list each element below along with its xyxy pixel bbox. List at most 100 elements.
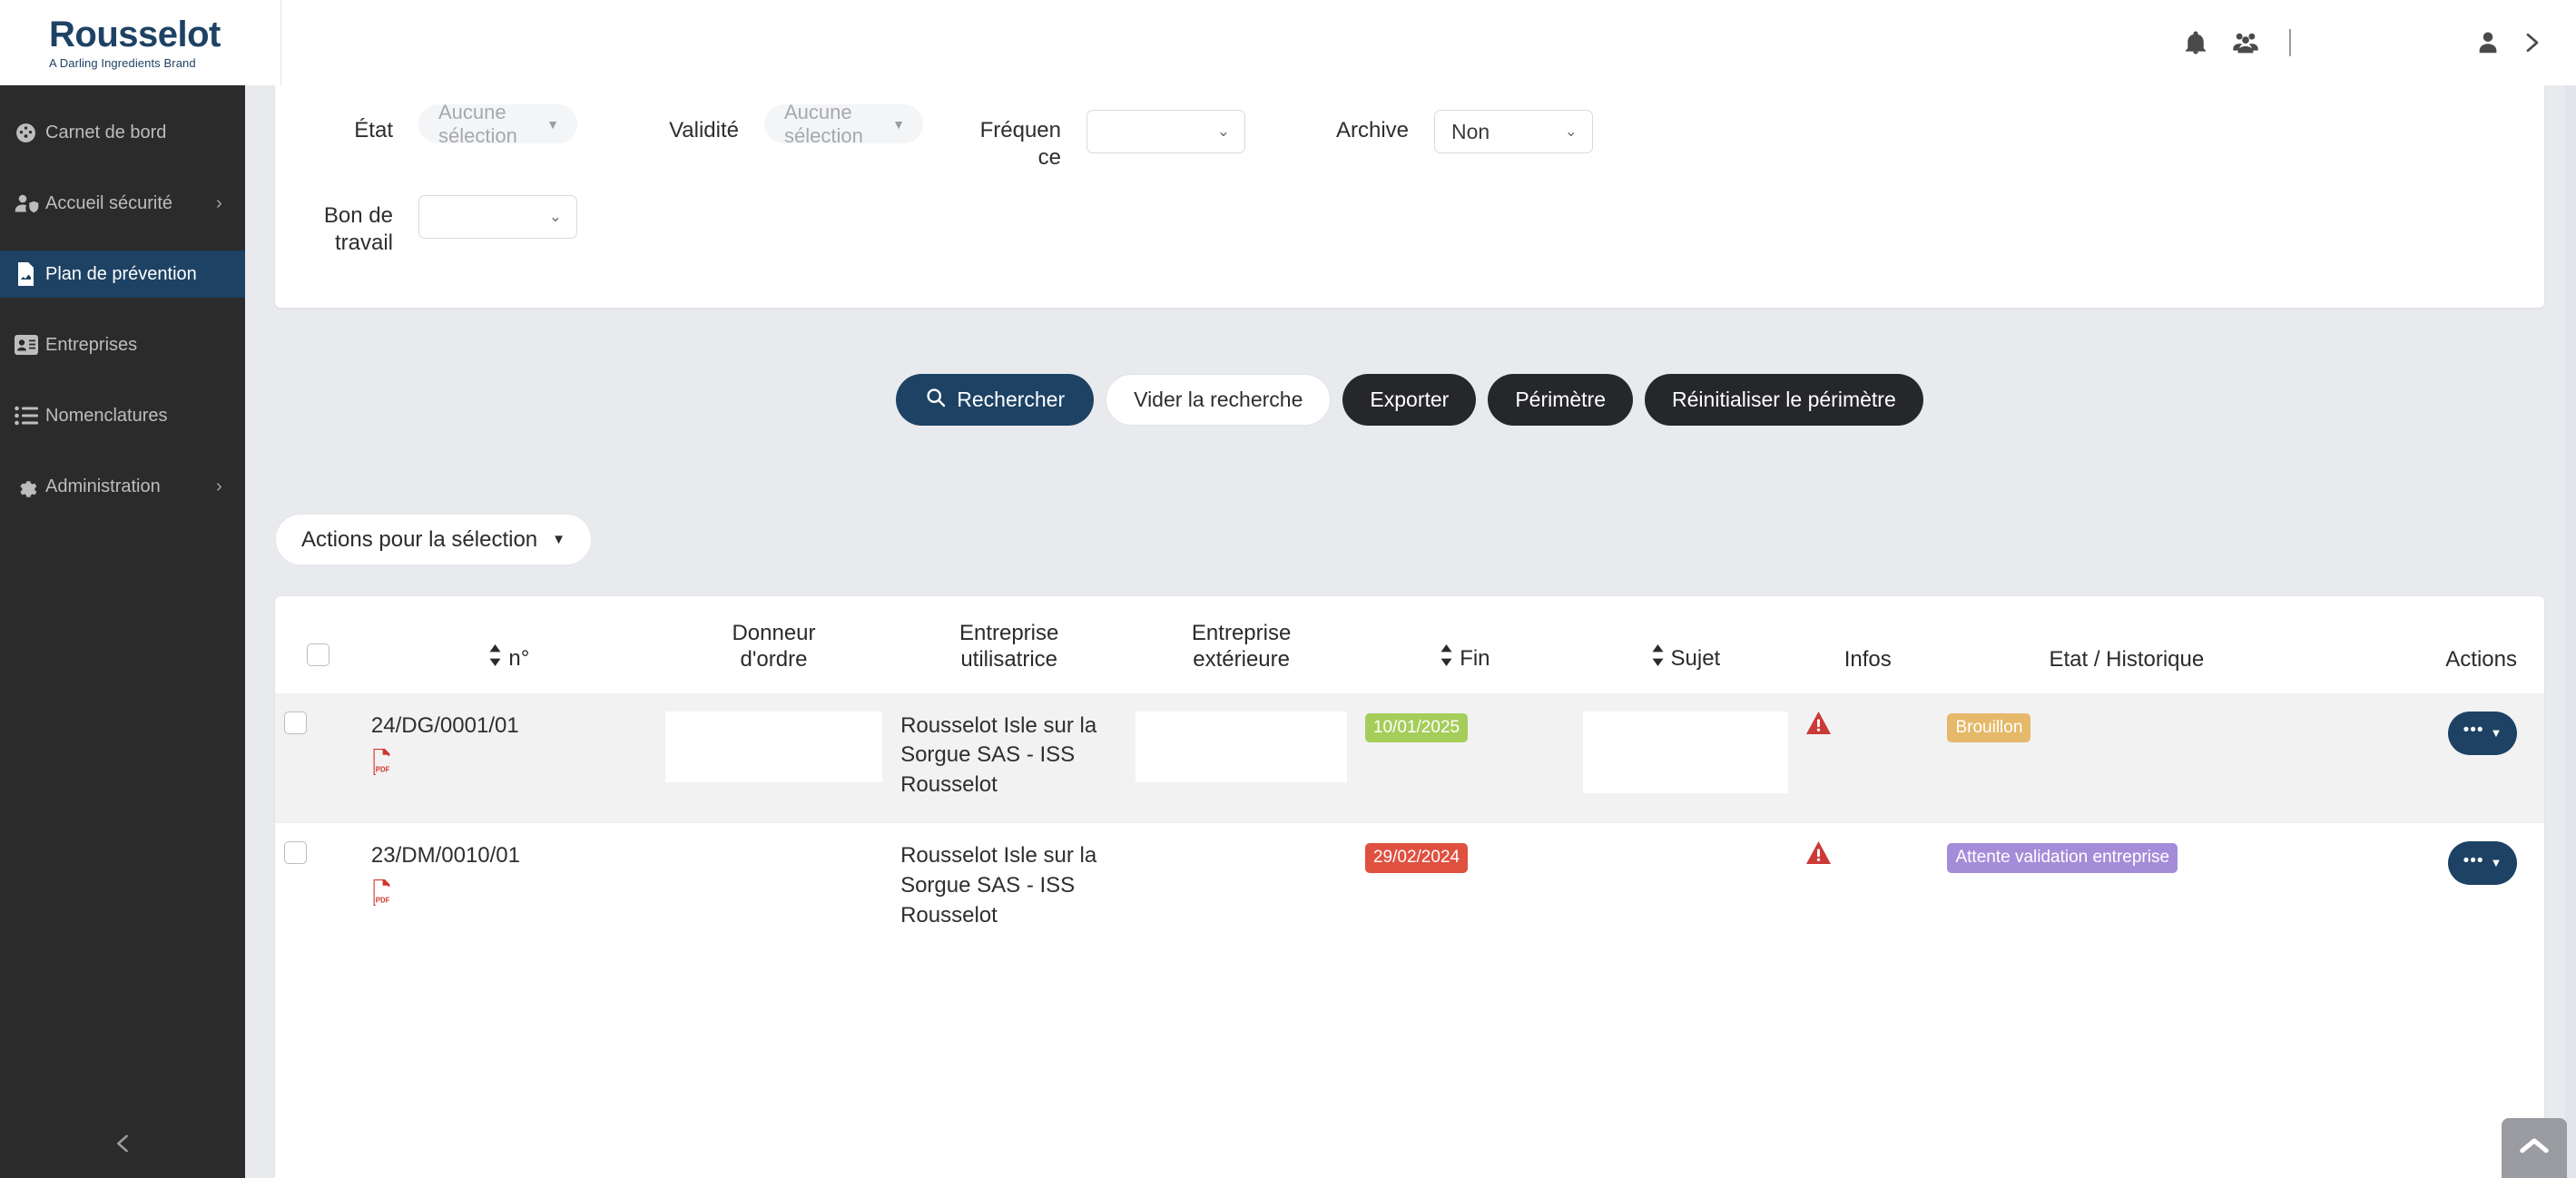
results-table: n° Donneur d'ordre Entreprise utilisatri… bbox=[275, 596, 2544, 953]
header-donneur-ordre: Donneur d'ordre bbox=[656, 596, 891, 693]
header-eut-line2: utilisatrice bbox=[960, 647, 1058, 672]
empty-value-box bbox=[664, 711, 883, 782]
sidebar-item-nomenclatures[interactable]: Nomenclatures bbox=[0, 392, 245, 439]
header-entreprise-exterieure: Entreprise extérieure bbox=[1126, 596, 1356, 693]
table-body: 24/DG/0001/01 PDF Rousselot Isle sur la … bbox=[275, 692, 2544, 953]
results-table-card: n° Donneur d'ordre Entreprise utilisatri… bbox=[275, 596, 2544, 1178]
top-bar: Rousselot A Darling Ingredients Brand bbox=[0, 0, 2576, 85]
due-date-badge: 10/01/2025 bbox=[1364, 712, 1469, 743]
filter-validite-value: Aucune sélection bbox=[784, 100, 863, 147]
selection-actions-label: Actions pour la sélection bbox=[301, 526, 538, 552]
brand-name: Rousselot bbox=[49, 14, 221, 54]
row-checkbox[interactable] bbox=[284, 711, 307, 734]
selection-actions-dropdown[interactable]: Actions pour la sélection ▼ bbox=[275, 514, 593, 565]
page-scrollbar[interactable] bbox=[2565, 85, 2576, 1178]
sort-updown-icon bbox=[488, 644, 502, 672]
sidebar-item-label: Nomenclatures bbox=[45, 405, 168, 426]
filter-bon-de-travail-select[interactable]: ⌄ bbox=[418, 195, 577, 239]
svg-text:PDF: PDF bbox=[376, 897, 390, 905]
header-actions: Actions bbox=[2445, 647, 2517, 672]
header-fin-label: Fin bbox=[1460, 646, 1490, 672]
filter-archive-label: Archive bbox=[1335, 118, 1409, 142]
row-infos-cell bbox=[1796, 822, 1939, 953]
pdf-file-icon[interactable]: PDF bbox=[371, 749, 647, 784]
chevron-right-icon: › bbox=[216, 476, 222, 496]
row-actions-dropdown[interactable]: ••• ▼ bbox=[2448, 711, 2517, 755]
sidebar-item-entreprises[interactable]: Entreprises bbox=[0, 321, 245, 368]
filter-frequence-label: Fréquen ce bbox=[961, 104, 1061, 172]
search-button-label: Rechercher bbox=[957, 388, 1066, 411]
row-fin-cell: 10/01/2025 bbox=[1355, 692, 1574, 823]
row-select-cell bbox=[275, 692, 362, 823]
search-button[interactable]: Rechercher bbox=[896, 374, 1095, 426]
header-eex-line1: Entreprise bbox=[1191, 621, 1292, 645]
row-etat-cell: Brouillon bbox=[1938, 692, 2315, 823]
ellipsis-icon: ••• bbox=[2463, 721, 2484, 741]
warning-triangle-icon[interactable] bbox=[1805, 841, 1831, 873]
row-infos-cell bbox=[1796, 692, 1939, 823]
chevron-down-icon: ⌄ bbox=[1564, 123, 1578, 140]
reset-perimeter-button[interactable]: Réinitialiser le périmètre bbox=[1645, 374, 1923, 426]
sidebar: Carnet de bord Accueil sécurité › Plan d… bbox=[0, 85, 245, 1178]
table-row[interactable]: 23/DM/0010/01 PDF Rousselot Isle sur la … bbox=[275, 822, 2544, 953]
dashboard-speedometer-icon bbox=[15, 122, 45, 144]
filter-frequence-label-line1: Fréquen bbox=[979, 118, 1061, 142]
user-shield-icon bbox=[15, 192, 45, 215]
chevron-down-icon: ▼ bbox=[546, 116, 559, 132]
filter-bon-de-travail: Bon de travail ⌄ bbox=[275, 190, 577, 257]
status-badge: Attente validation entreprise bbox=[1947, 843, 2178, 873]
row-actions-cell: ••• ▼ bbox=[2315, 822, 2544, 953]
header-sujet[interactable]: Sujet bbox=[1574, 596, 1797, 693]
sidebar-item-accueil-securite[interactable]: Accueil sécurité › bbox=[0, 180, 245, 227]
brand-logo[interactable]: Rousselot A Darling Ingredients Brand bbox=[0, 0, 281, 85]
header-fin[interactable]: Fin bbox=[1356, 596, 1574, 693]
sidebar-item-administration[interactable]: Administration › bbox=[0, 463, 245, 510]
users-group-icon[interactable] bbox=[2231, 29, 2260, 56]
status-badge: Brouillon bbox=[1947, 712, 2031, 743]
row-actions-dropdown[interactable]: ••• ▼ bbox=[2448, 841, 2517, 886]
pdf-file-icon[interactable]: PDF bbox=[371, 879, 647, 915]
row-entreprise-exterieure-cell bbox=[1126, 692, 1356, 823]
filter-etat: État Aucune sélection ▼ bbox=[275, 101, 577, 147]
filter-validite-select[interactable]: Aucune sélection ▼ bbox=[764, 101, 923, 147]
bell-icon[interactable] bbox=[2182, 29, 2209, 56]
export-button[interactable]: Exporter bbox=[1342, 374, 1477, 426]
chevron-down-icon: ▼ bbox=[552, 532, 566, 547]
ellipsis-icon: ••• bbox=[2463, 850, 2484, 870]
filter-row-1: État Aucune sélection ▼ Validité Aucune … bbox=[275, 85, 2544, 172]
chevron-right-icon[interactable] bbox=[2522, 29, 2543, 56]
filter-action-buttons: Rechercher Vider la recherche Exporter P… bbox=[275, 374, 2544, 426]
sidebar-item-plan-de-prevention[interactable]: Plan de prévention bbox=[0, 250, 245, 298]
header-numero[interactable]: n° bbox=[362, 596, 656, 693]
sort-updown-icon bbox=[1440, 644, 1453, 672]
filter-bon-de-travail-label: Bon de travail bbox=[275, 190, 393, 257]
table-row[interactable]: 24/DG/0001/01 PDF Rousselot Isle sur la … bbox=[275, 692, 2544, 823]
sidebar-item-label: Plan de prévention bbox=[45, 263, 197, 284]
row-donneur-cell bbox=[655, 822, 892, 953]
chevron-down-icon: ⌄ bbox=[1216, 123, 1230, 140]
sidebar-collapse-button[interactable] bbox=[0, 1125, 245, 1165]
row-sujet-cell bbox=[1573, 692, 1797, 823]
perimeter-button[interactable]: Périmètre bbox=[1488, 374, 1634, 426]
row-sujet-cell bbox=[1573, 822, 1797, 953]
person-icon[interactable] bbox=[2474, 29, 2502, 56]
filter-archive-select[interactable]: Non ⌄ bbox=[1434, 110, 1593, 153]
header-eut-line1: Entreprise bbox=[959, 621, 1059, 645]
sidebar-item-carnet-de-bord[interactable]: Carnet de bord bbox=[0, 109, 245, 156]
filter-frequence-select[interactable]: ⌄ bbox=[1086, 110, 1245, 153]
warning-triangle-icon[interactable] bbox=[1805, 711, 1831, 743]
chevron-left-icon bbox=[113, 1131, 133, 1161]
scroll-to-top-button[interactable] bbox=[2502, 1118, 2567, 1178]
document-chart-icon bbox=[15, 262, 45, 286]
row-entreprise-utilisatrice-cell: Rousselot Isle sur la Sorgue SAS - ISS R… bbox=[891, 822, 1127, 953]
header-etat-historique: Etat / Historique bbox=[2049, 647, 2205, 672]
filter-validite: Validité Aucune sélection ▼ bbox=[577, 101, 923, 147]
gear-icon bbox=[15, 476, 45, 498]
select-all-checkbox[interactable] bbox=[307, 643, 330, 667]
table-header-row: n° Donneur d'ordre Entreprise utilisatri… bbox=[275, 596, 2544, 693]
clear-search-button[interactable]: Vider la recherche bbox=[1106, 374, 1332, 426]
header-entreprise-utilisatrice: Entreprise utilisatrice bbox=[891, 596, 1126, 693]
chevron-down-icon: ⌄ bbox=[548, 208, 562, 225]
filter-etat-select[interactable]: Aucune sélection ▼ bbox=[418, 101, 577, 147]
row-checkbox[interactable] bbox=[284, 841, 307, 865]
